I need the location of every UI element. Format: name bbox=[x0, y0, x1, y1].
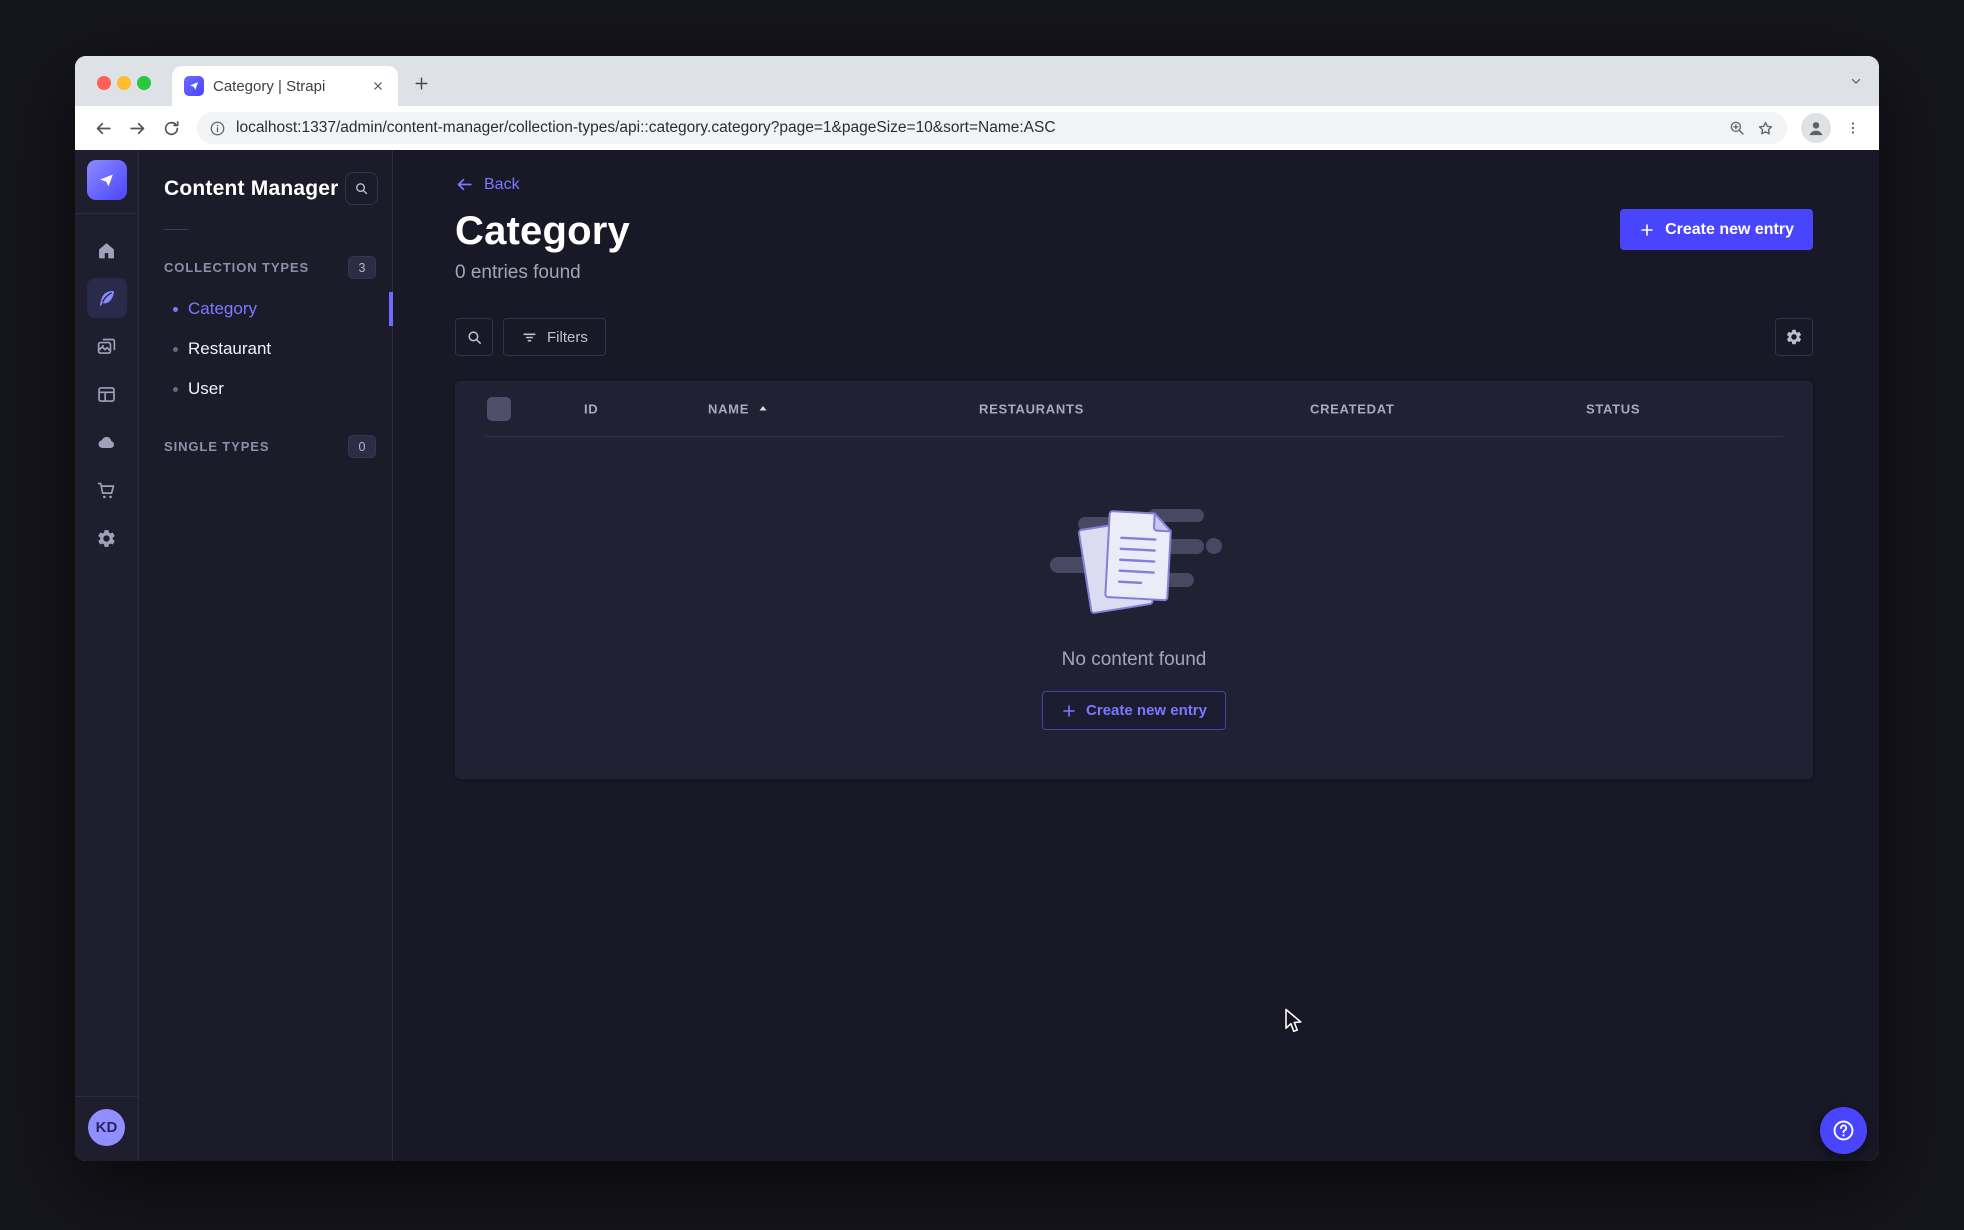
fullscreen-window-button[interactable] bbox=[137, 76, 151, 90]
tab-close-icon[interactable] bbox=[368, 76, 388, 96]
table-header-row: ID NAME RESTAURANTS CREATEDAT STATUS bbox=[455, 381, 1813, 437]
entries-table-card: ID NAME RESTAURANTS CREATEDAT STATUS No … bbox=[455, 381, 1813, 779]
new-tab-button[interactable] bbox=[408, 70, 434, 96]
cloud-icon[interactable] bbox=[87, 422, 127, 462]
empty-create-label: Create new entry bbox=[1086, 702, 1207, 719]
empty-state-message: No content found bbox=[1061, 649, 1207, 670]
zoom-page-icon[interactable] bbox=[1728, 119, 1746, 137]
main-nav-rail: KD bbox=[75, 150, 139, 1161]
create-new-entry-label: Create new entry bbox=[1665, 220, 1794, 238]
url-bar[interactable]: localhost:1337/admin/content-manager/col… bbox=[197, 112, 1787, 144]
bookmark-star-icon[interactable] bbox=[1756, 119, 1775, 138]
page-head-left: Back Category 0 entries found bbox=[455, 175, 630, 284]
back-label: Back bbox=[484, 175, 520, 193]
subnav-title: Content Manager bbox=[164, 176, 339, 200]
help-button[interactable] bbox=[1820, 1107, 1867, 1154]
nav-divider bbox=[75, 213, 138, 214]
empty-documents-illustration bbox=[1050, 509, 1222, 614]
url-text[interactable]: localhost:1337/admin/content-manager/col… bbox=[236, 119, 1718, 137]
column-header-id[interactable]: ID bbox=[584, 401, 598, 416]
collection-types-count-badge: 3 bbox=[348, 256, 376, 279]
search-button[interactable] bbox=[455, 318, 493, 356]
browser-forward-icon[interactable] bbox=[121, 112, 153, 144]
browser-profile-icon[interactable] bbox=[1801, 113, 1831, 143]
empty-create-new-entry-button[interactable]: Create new entry bbox=[1042, 691, 1226, 730]
browser-window: Category | Strapi localhost:1337/admin/c… bbox=[75, 56, 1879, 1161]
minimize-window-button[interactable] bbox=[117, 76, 131, 90]
view-settings-button[interactable] bbox=[1775, 318, 1813, 356]
bullet-icon bbox=[173, 386, 178, 392]
content-type-builder-icon[interactable] bbox=[87, 374, 127, 414]
subnav-item-user[interactable]: User bbox=[139, 369, 392, 409]
select-all-checkbox[interactable] bbox=[487, 396, 511, 421]
create-new-entry-button[interactable]: Create new entry bbox=[1620, 209, 1813, 250]
filters-label: Filters bbox=[547, 328, 588, 346]
browser-toolbar: localhost:1337/admin/content-manager/col… bbox=[75, 106, 1879, 150]
main-content: Back Category 0 entries found Create new… bbox=[393, 150, 1879, 1161]
entries-count: 0 entries found bbox=[455, 262, 581, 283]
filter-icon bbox=[523, 333, 536, 341]
subnav-search-button[interactable] bbox=[345, 172, 378, 205]
subnav-item-category[interactable]: Category bbox=[139, 289, 393, 329]
nav-footer: KD bbox=[75, 1096, 138, 1161]
browser-back-icon[interactable] bbox=[87, 112, 119, 144]
sort-ascending-icon bbox=[759, 406, 767, 411]
column-header-createdat[interactable]: CREATEDAT bbox=[1310, 401, 1395, 416]
column-header-status[interactable]: STATUS bbox=[1586, 401, 1640, 416]
browser-tab-bar: Category | Strapi bbox=[75, 56, 1879, 106]
desktop: { "browser": { "tab_title": "Category | … bbox=[0, 0, 1964, 1230]
user-avatar[interactable]: KD bbox=[88, 1109, 125, 1146]
back-link[interactable]: Back bbox=[455, 175, 520, 194]
single-types-count-badge: 0 bbox=[348, 435, 376, 458]
gear-icon bbox=[1786, 329, 1802, 345]
column-header-name[interactable]: NAME bbox=[708, 401, 769, 416]
browser-menu-kebab-icon[interactable] bbox=[1839, 114, 1867, 142]
strapi-logo-icon[interactable] bbox=[86, 160, 127, 200]
search-icon bbox=[467, 330, 481, 344]
browser-reload-icon[interactable] bbox=[155, 112, 187, 144]
strapi-app: KD Content Manager COLLECTION TYPES 3 Ca… bbox=[75, 150, 1879, 1161]
single-types-label: SINGLE TYPES bbox=[164, 439, 270, 454]
help-question-icon bbox=[1833, 1120, 1854, 1141]
settings-gear-icon[interactable] bbox=[87, 518, 127, 558]
subnav-item-restaurant[interactable]: Restaurant bbox=[139, 329, 392, 369]
subnav-item-label: Restaurant bbox=[188, 339, 272, 358]
back-arrow-icon bbox=[457, 178, 472, 191]
subnav-item-label: Category bbox=[188, 299, 257, 318]
media-library-icon[interactable] bbox=[87, 326, 127, 366]
close-window-button[interactable] bbox=[97, 76, 111, 90]
bullet-icon bbox=[173, 346, 178, 352]
tab-search-chevron-icon[interactable] bbox=[1849, 74, 1863, 88]
empty-state: No content found Create new entry bbox=[455, 437, 1813, 779]
content-manager-feather-icon[interactable] bbox=[86, 278, 127, 318]
page-title: Category bbox=[455, 209, 630, 253]
window-controls bbox=[97, 76, 151, 90]
column-header-restaurants: RESTAURANTS bbox=[979, 401, 1084, 416]
home-icon[interactable] bbox=[87, 230, 127, 270]
tab-title: Category | Strapi bbox=[213, 77, 326, 95]
plus-icon bbox=[1641, 223, 1653, 236]
plus-icon bbox=[1063, 704, 1075, 717]
content-manager-subnav: Content Manager COLLECTION TYPES 3 Categ… bbox=[139, 150, 393, 1161]
bullet-icon bbox=[173, 306, 178, 312]
site-info-icon[interactable] bbox=[209, 120, 226, 137]
list-toolbar: Filters bbox=[393, 318, 1879, 356]
subnav-item-label: User bbox=[188, 379, 224, 398]
browser-tab[interactable]: Category | Strapi bbox=[172, 66, 398, 106]
marketplace-cart-icon[interactable] bbox=[87, 470, 127, 510]
filters-button[interactable]: Filters bbox=[503, 318, 606, 356]
strapi-favicon-icon bbox=[184, 76, 204, 96]
collection-types-label: COLLECTION TYPES bbox=[164, 260, 310, 275]
